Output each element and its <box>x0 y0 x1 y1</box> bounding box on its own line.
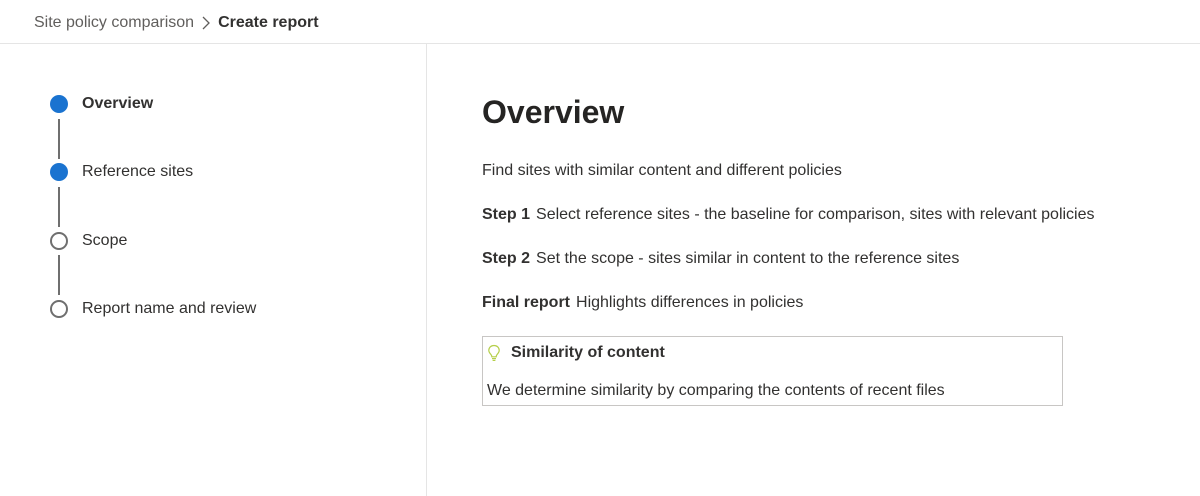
step-pending-icon <box>50 300 68 318</box>
breadcrumb-site-policy-comparison[interactable]: Site policy comparison <box>34 13 194 33</box>
step-complete-icon <box>50 163 68 181</box>
step-connector <box>58 187 60 227</box>
wizard-steps-panel: Overview Reference sites Scope Report na… <box>0 44 427 496</box>
step-pending-icon <box>50 232 68 250</box>
step1-description: Step 1 Select reference sites - the basel… <box>482 206 1095 224</box>
step2-label: Step 2 <box>482 250 531 267</box>
top-bar: Site policy comparison Create report <box>0 0 1200 44</box>
chevron-right-icon <box>194 13 218 33</box>
callout-header: Similarity of content <box>487 344 665 362</box>
step-report-name-and-review[interactable]: Report name and review <box>50 299 256 319</box>
step-label: Reference sites <box>82 163 194 180</box>
callout-title: Similarity of content <box>511 344 665 361</box>
similarity-callout: Similarity of content We determine simil… <box>482 336 1063 406</box>
step-label: Overview <box>82 95 154 112</box>
intro-text: Find sites with similar content and diff… <box>482 162 842 180</box>
step-scope[interactable]: Scope <box>50 231 127 251</box>
final-report-text: Highlights differences in policies <box>576 294 804 311</box>
breadcrumb-current: Create report <box>218 14 319 31</box>
step-label: Scope <box>82 232 128 249</box>
intro-text-value: Find sites with similar content and diff… <box>482 162 842 179</box>
step-connector <box>58 119 60 159</box>
final-report-label: Final report <box>482 294 571 311</box>
final-report-description: Final report Highlights differences in po… <box>482 294 803 312</box>
step2-description: Step 2 Set the scope - sites similar in c… <box>482 250 959 268</box>
step-reference-sites[interactable]: Reference sites <box>50 162 193 182</box>
callout-body: We determine similarity by comparing the… <box>487 382 945 399</box>
step-connector <box>58 255 60 295</box>
page-title: Overview <box>482 94 625 130</box>
step2-text: Set the scope - sites similar in content… <box>536 250 960 267</box>
step-overview[interactable]: Overview <box>50 94 153 114</box>
step-label: Report name and review <box>82 300 257 317</box>
breadcrumb: Site policy comparison Create report <box>34 13 319 33</box>
step1-label: Step 1 <box>482 206 531 223</box>
step1-text: Select reference sites - the baseline fo… <box>536 206 1095 223</box>
step-complete-icon <box>50 95 68 113</box>
lightbulb-icon <box>488 344 500 361</box>
